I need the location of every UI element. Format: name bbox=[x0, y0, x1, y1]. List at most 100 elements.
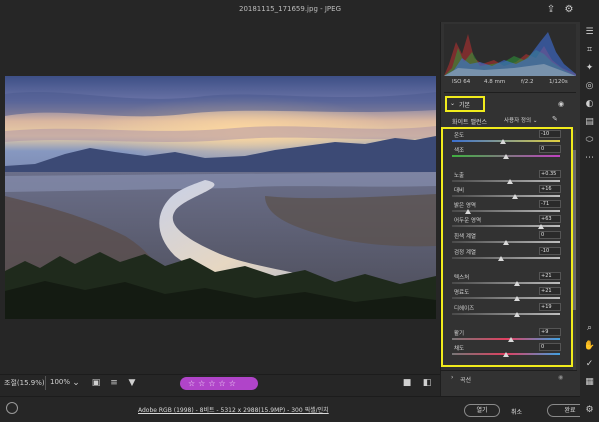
help-icon[interactable] bbox=[6, 402, 18, 414]
gear-icon[interactable]: ⚙ bbox=[563, 4, 575, 16]
rating-stars[interactable]: ☆☆☆☆☆ bbox=[188, 379, 239, 388]
before-after-icon[interactable]: ■ bbox=[401, 377, 413, 389]
basic-section-label: 기본 bbox=[459, 102, 471, 109]
chevron-right-icon[interactable]: › bbox=[451, 374, 453, 381]
slider-value-field[interactable]: 0 bbox=[539, 231, 561, 239]
healing-brush-icon[interactable]: ✦ bbox=[583, 62, 596, 75]
mask-icon[interactable]: ◐ bbox=[583, 98, 596, 111]
slider-track[interactable] bbox=[452, 225, 560, 227]
iso-value: ISO 64 bbox=[452, 79, 471, 85]
settings-icon[interactable]: ⚙ bbox=[583, 404, 596, 417]
eyedropper-icon[interactable]: ✎ bbox=[552, 115, 558, 123]
aperture-value: f/2.2 bbox=[521, 79, 534, 85]
sort-icon[interactable]: ≡ bbox=[108, 377, 120, 389]
slider-track[interactable] bbox=[452, 282, 560, 284]
slider-thumb[interactable] bbox=[511, 194, 518, 199]
slider-value-field[interactable]: +21 bbox=[539, 272, 561, 280]
slider-label: 검정 계열 bbox=[454, 250, 476, 256]
slider-thumb[interactable] bbox=[499, 139, 506, 144]
slider-label: 흰색 계열 bbox=[454, 234, 476, 240]
chevron-down-icon[interactable]: ⌄ bbox=[450, 100, 455, 107]
snapshots-icon[interactable]: ⬭ bbox=[583, 134, 596, 147]
star-rating[interactable]: ☆☆☆☆☆ bbox=[180, 377, 258, 390]
chevron-down-icon: ⌄ bbox=[532, 118, 538, 124]
photo-preview[interactable] bbox=[5, 76, 436, 319]
red-eye-icon[interactable]: ◎ bbox=[583, 80, 596, 93]
chevron-down-icon[interactable]: ⌄ bbox=[70, 377, 82, 389]
slider-thumb[interactable] bbox=[513, 281, 520, 286]
divider bbox=[444, 92, 576, 93]
slider-label: 디헤이즈 bbox=[454, 306, 475, 312]
slider-value-field[interactable]: -10 bbox=[539, 247, 561, 255]
workflow-options-link[interactable]: Adobe RGB (1998) - 8비트 - 5312 x 2988(15.… bbox=[138, 405, 329, 414]
presets-icon[interactable]: ▤ bbox=[583, 116, 596, 129]
slider-value-field[interactable]: +0.35 bbox=[539, 170, 561, 178]
slider-label: 대비 bbox=[454, 188, 465, 194]
document-title: 20181115_171659.jpg - JPEG bbox=[238, 5, 342, 13]
slider-label: 채도 bbox=[454, 346, 465, 352]
divider bbox=[45, 376, 46, 390]
slider-value-field[interactable]: 0 bbox=[539, 343, 561, 351]
slider-thumb[interactable] bbox=[508, 337, 515, 342]
slider-value-field[interactable]: 0 bbox=[539, 145, 561, 153]
slider-label: 명료도 bbox=[454, 290, 470, 296]
crop-icon[interactable]: ⌗ bbox=[583, 44, 596, 57]
slider-label: 온도 bbox=[454, 133, 465, 139]
slider-label: 텍스처 bbox=[454, 275, 470, 281]
slider-thumb[interactable] bbox=[465, 209, 472, 214]
color-sampler-icon[interactable]: ✓ bbox=[583, 358, 596, 371]
zoom-fit-button[interactable]: 조절(15.9%) bbox=[4, 378, 45, 388]
slider-value-field[interactable]: -71 bbox=[539, 200, 561, 208]
white-balance-select[interactable]: 사용자 정의 ⌄ bbox=[504, 116, 546, 125]
shutter-value: 1/120s bbox=[549, 79, 568, 85]
cancel-button[interactable]: 취소 bbox=[511, 407, 522, 416]
slider-value-field[interactable]: -10 bbox=[539, 130, 561, 138]
slider-thumb[interactable] bbox=[503, 154, 509, 159]
slider-track[interactable] bbox=[452, 140, 560, 142]
slider-track[interactable] bbox=[452, 195, 560, 197]
slider-track[interactable] bbox=[452, 180, 560, 182]
eye-icon[interactable]: ◉ bbox=[558, 100, 564, 108]
slider-track[interactable] bbox=[452, 257, 560, 259]
slider-thumb[interactable] bbox=[503, 240, 509, 245]
filter-icon[interactable]: ▼ bbox=[126, 377, 138, 389]
white-balance-label: 화이트 밸런스 bbox=[452, 119, 488, 126]
slider-thumb[interactable] bbox=[537, 224, 544, 229]
panel-scrollbar-thumb[interactable] bbox=[573, 150, 576, 310]
curve-section-label[interactable]: 곡선 bbox=[460, 375, 471, 384]
more-icon[interactable]: ⋯ bbox=[583, 152, 596, 165]
slider-value-field[interactable]: +63 bbox=[539, 215, 561, 223]
focal-value: 4.8 mm bbox=[484, 79, 506, 85]
slider-track[interactable] bbox=[452, 313, 560, 315]
slider-track[interactable] bbox=[452, 338, 560, 340]
slider-value-field[interactable]: +16 bbox=[539, 185, 561, 193]
compare-view-icon[interactable]: ◧ bbox=[421, 377, 433, 389]
divider bbox=[441, 370, 577, 371]
slider-label: 노출 bbox=[454, 173, 465, 179]
slider-label: 색조 bbox=[454, 148, 465, 154]
edit-sliders-icon[interactable]: ☰ bbox=[583, 26, 596, 39]
slider-thumb[interactable] bbox=[507, 179, 514, 184]
slider-thumb[interactable] bbox=[503, 352, 509, 357]
exif-info: ISO 64 4.8 mm f/2.2 1/120s bbox=[444, 79, 576, 89]
white-balance-value: 사용자 정의 bbox=[504, 118, 532, 124]
zoom-percent-button[interactable]: 100% bbox=[50, 378, 70, 386]
zoom-icon[interactable]: ⌕ bbox=[583, 322, 596, 335]
slider-label: 밝은 영역 bbox=[454, 203, 476, 209]
hand-icon[interactable]: ✋ bbox=[583, 340, 596, 353]
export-icon[interactable]: ⇪ bbox=[545, 4, 557, 16]
slider-value-field[interactable]: +9 bbox=[539, 328, 561, 336]
slider-thumb[interactable] bbox=[513, 312, 520, 317]
slider-label: 활기 bbox=[454, 331, 465, 337]
open-button[interactable]: 열기 bbox=[464, 404, 500, 417]
histogram bbox=[444, 24, 576, 76]
slider-thumb[interactable] bbox=[513, 296, 520, 301]
filmstrip-icon[interactable]: ▣ bbox=[90, 377, 102, 389]
slider-value-field[interactable]: +19 bbox=[539, 303, 561, 311]
slider-label: 어두운 영역 bbox=[454, 218, 482, 224]
slider-thumb[interactable] bbox=[497, 256, 504, 261]
slider-value-field[interactable]: +21 bbox=[539, 287, 561, 295]
slider-track[interactable] bbox=[452, 297, 560, 299]
grid-icon[interactable]: ▦ bbox=[583, 376, 596, 389]
eye-icon[interactable]: ◉ bbox=[558, 374, 563, 381]
